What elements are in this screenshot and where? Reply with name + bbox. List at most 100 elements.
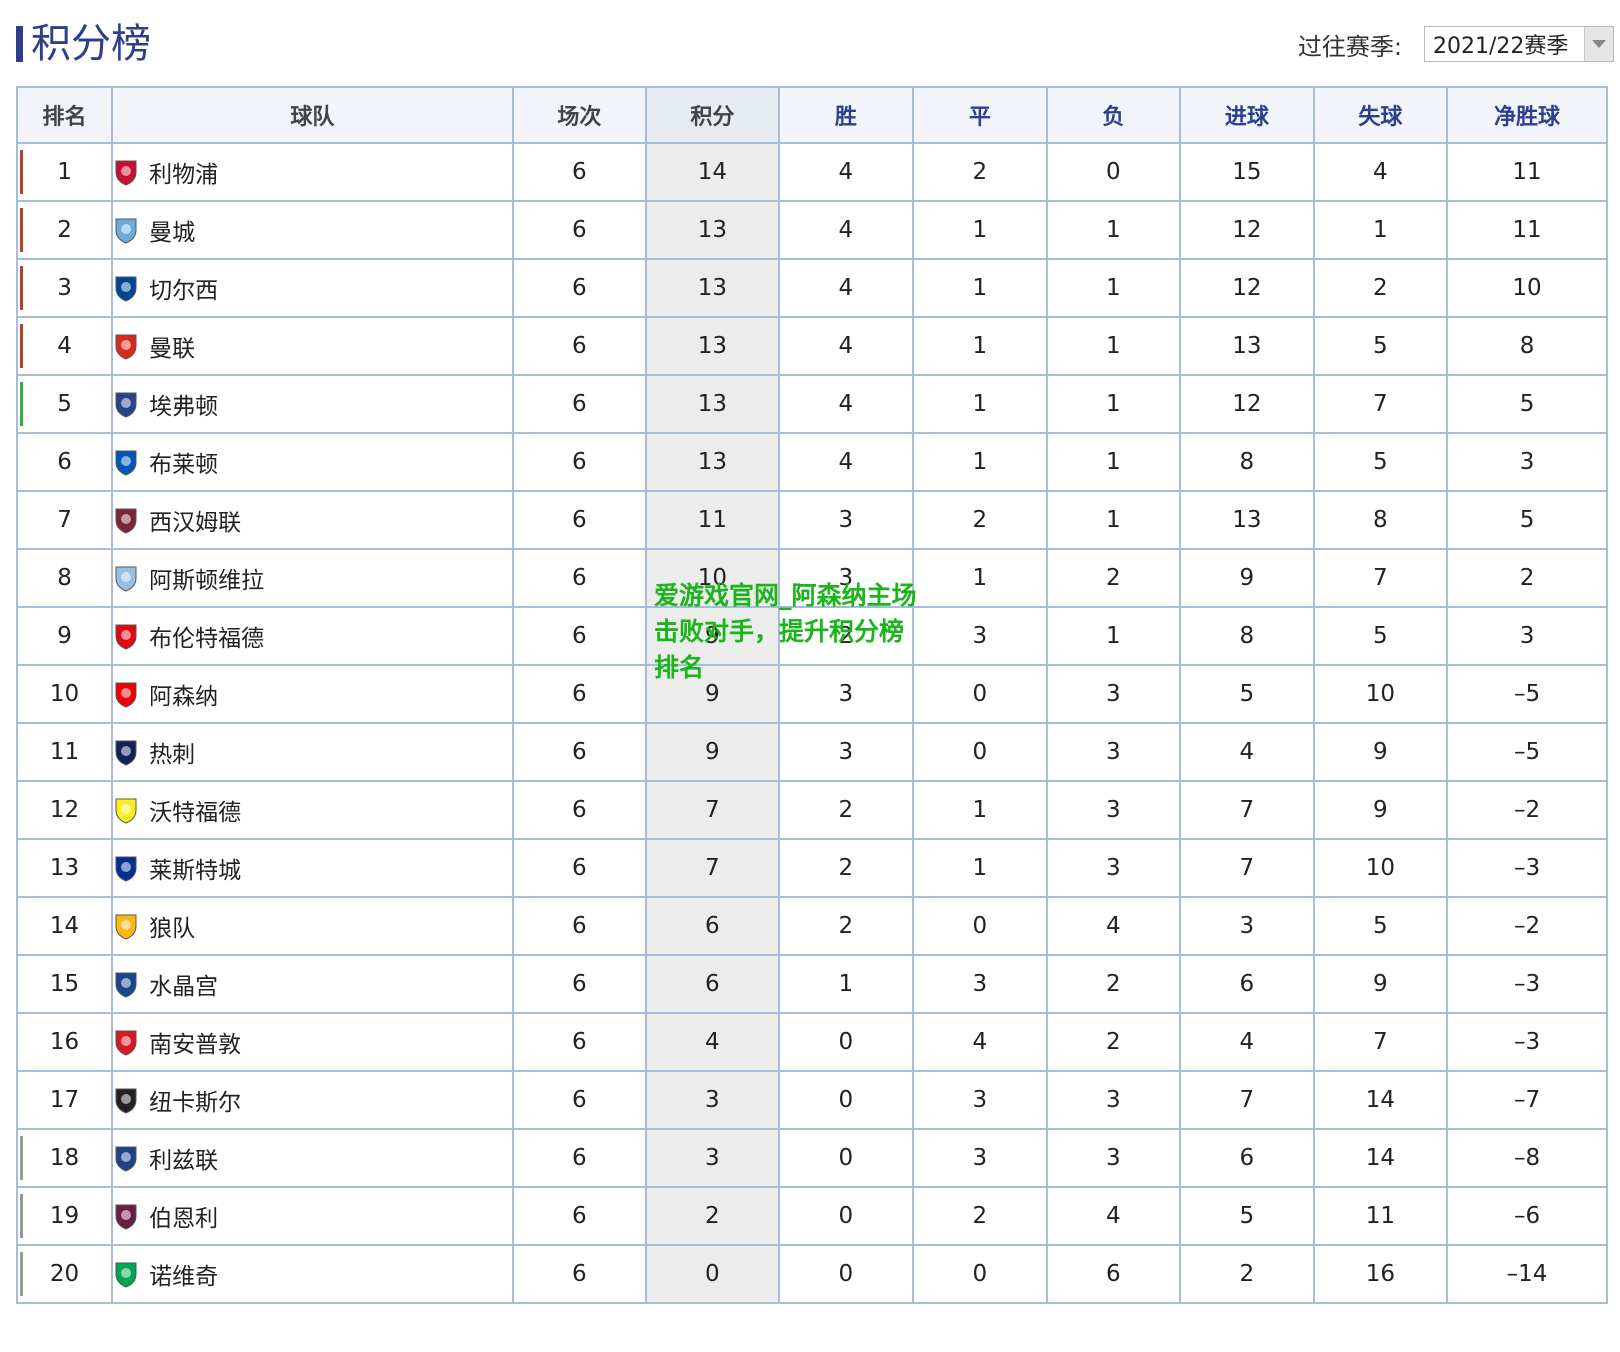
team-link[interactable]: 布莱顿 [113, 445, 512, 479]
cell-team[interactable]: 阿斯顿维拉 [111, 548, 514, 608]
team-name[interactable]: 埃弗顿 [149, 387, 218, 421]
team-link[interactable]: 布伦特福德 [113, 619, 512, 653]
table-row[interactable]: 9 布伦特福德 6 9 2 3 1 8 5 3 [15, 606, 1608, 666]
team-link[interactable]: 阿森纳 [113, 677, 512, 711]
table-row[interactable]: 3 切尔西 6 13 4 1 1 12 2 10 [15, 258, 1608, 318]
rank-value: 17 [49, 1087, 80, 1113]
team-link[interactable]: 沃特福德 [113, 793, 512, 827]
table-row[interactable]: 1 利物浦 6 14 4 2 0 15 4 11 [15, 142, 1608, 202]
cell-team[interactable]: 诺维奇 [111, 1244, 514, 1304]
team-name[interactable]: 阿森纳 [149, 677, 218, 711]
cell-goals-against: 14 [1312, 1128, 1449, 1188]
team-link[interactable]: 曼联 [113, 329, 512, 363]
cell-team[interactable]: 利兹联 [111, 1128, 514, 1188]
cell-team[interactable]: 埃弗顿 [111, 374, 514, 434]
team-name[interactable]: 利物浦 [149, 155, 218, 189]
table-row[interactable]: 13 莱斯特城 6 7 2 1 3 7 10 –3 [15, 838, 1608, 898]
table-row[interactable]: 2 曼城 6 13 4 1 1 12 1 11 [15, 200, 1608, 260]
cell-team[interactable]: 南安普敦 [111, 1012, 514, 1072]
cell-team[interactable]: 西汉姆联 [111, 490, 514, 550]
table-row[interactable]: 15 水晶宫 6 6 1 3 2 6 9 –3 [15, 954, 1608, 1014]
header-won: 胜 [777, 86, 915, 144]
cell-team[interactable]: 莱斯特城 [111, 838, 514, 898]
team-name[interactable]: 切尔西 [149, 271, 218, 305]
table-row[interactable]: 19 伯恩利 6 2 0 2 4 5 11 –6 [15, 1186, 1608, 1246]
cell-goals-against: 8 [1312, 490, 1449, 550]
table-row[interactable]: 12 沃特福德 6 7 2 1 3 7 9 –2 [15, 780, 1608, 840]
cell-points: 7 [645, 838, 780, 898]
team-link[interactable]: 诺维奇 [113, 1257, 512, 1291]
team-name[interactable]: 曼联 [149, 329, 195, 363]
zone-indicator [20, 1252, 23, 1296]
team-link[interactable]: 纽卡斯尔 [113, 1083, 512, 1117]
cell-drawn: 2 [912, 1186, 1048, 1246]
team-link[interactable]: 阿斯顿维拉 [113, 561, 512, 595]
team-link[interactable]: 利兹联 [113, 1141, 512, 1175]
team-link[interactable]: 水晶宫 [113, 967, 512, 1001]
team-link[interactable]: 利物浦 [113, 155, 512, 189]
cell-team[interactable]: 布莱顿 [111, 432, 514, 492]
cell-team[interactable]: 曼联 [111, 316, 514, 376]
header-lost: 负 [1045, 86, 1182, 144]
rank-value: 20 [49, 1261, 80, 1287]
cell-team[interactable]: 纽卡斯尔 [111, 1070, 514, 1130]
season-picker: 过往赛季: 2021/22赛季 [1298, 26, 1614, 62]
cell-team[interactable]: 布伦特福德 [111, 606, 514, 666]
team-name[interactable]: 纽卡斯尔 [149, 1083, 241, 1117]
cell-rank: 11 [15, 722, 114, 782]
table-row[interactable]: 4 曼联 6 13 4 1 1 13 5 8 [15, 316, 1608, 376]
team-name[interactable]: 水晶宫 [149, 967, 218, 1001]
team-link[interactable]: 西汉姆联 [113, 503, 512, 537]
team-link[interactable]: 狼队 [113, 909, 512, 943]
team-link[interactable]: 曼城 [113, 213, 512, 247]
table-row[interactable]: 6 布莱顿 6 13 4 1 1 8 5 3 [15, 432, 1608, 492]
cell-drawn: 3 [912, 606, 1048, 666]
cell-goal-difference: –5 [1446, 722, 1608, 782]
table-row[interactable]: 18 利兹联 6 3 0 3 3 6 14 –8 [15, 1128, 1608, 1188]
team-name[interactable]: 狼队 [149, 909, 195, 943]
team-name[interactable]: 南安普敦 [149, 1025, 241, 1059]
cell-team[interactable]: 热刺 [111, 722, 514, 782]
team-name[interactable]: 西汉姆联 [149, 503, 241, 537]
cell-team[interactable]: 阿森纳 [111, 664, 514, 724]
team-link[interactable]: 埃弗顿 [113, 387, 512, 421]
cell-team[interactable]: 曼城 [111, 200, 514, 260]
team-link[interactable]: 热刺 [113, 735, 512, 769]
table-row[interactable]: 14 狼队 6 6 2 0 4 3 5 –2 [15, 896, 1608, 956]
team-name[interactable]: 阿斯顿维拉 [149, 561, 264, 595]
cell-rank: 8 [15, 548, 114, 608]
cell-team[interactable]: 利物浦 [111, 142, 514, 202]
table-row[interactable]: 17 纽卡斯尔 6 3 0 3 3 7 14 –7 [15, 1070, 1608, 1130]
team-name[interactable]: 曼城 [149, 213, 195, 247]
chevron-down-icon[interactable] [1584, 27, 1613, 61]
table-row[interactable]: 5 埃弗顿 6 13 4 1 1 12 7 5 [15, 374, 1608, 434]
cell-team[interactable]: 伯恩利 [111, 1186, 514, 1246]
table-row[interactable]: 20 诺维奇 6 0 0 0 6 2 16 –14 [15, 1244, 1608, 1304]
team-link[interactable]: 伯恩利 [113, 1199, 512, 1233]
cell-goal-difference: –8 [1446, 1128, 1608, 1188]
team-name[interactable]: 伯恩利 [149, 1199, 218, 1233]
team-name[interactable]: 热刺 [149, 735, 195, 769]
cell-team[interactable]: 切尔西 [111, 258, 514, 318]
team-name[interactable]: 布伦特福德 [149, 619, 264, 653]
team-name[interactable]: 诺维奇 [149, 1257, 218, 1291]
cell-team[interactable]: 沃特福德 [111, 780, 514, 840]
cell-team[interactable]: 水晶宫 [111, 954, 514, 1014]
table-row[interactable]: 8 阿斯顿维拉 6 10 3 1 2 9 7 2 [15, 548, 1608, 608]
team-name[interactable]: 沃特福德 [149, 793, 241, 827]
season-select[interactable]: 2021/22赛季 [1424, 26, 1614, 62]
cell-team[interactable]: 狼队 [111, 896, 514, 956]
west-ham-crest-icon [115, 508, 137, 534]
table-row[interactable]: 16 南安普敦 6 4 0 4 2 4 7 –3 [15, 1012, 1608, 1072]
team-link[interactable]: 莱斯特城 [113, 851, 512, 885]
team-name[interactable]: 布莱顿 [149, 445, 218, 479]
table-row[interactable]: 7 西汉姆联 6 11 3 2 1 13 8 5 [15, 490, 1608, 550]
team-link[interactable]: 切尔西 [113, 271, 512, 305]
team-name[interactable]: 莱斯特城 [149, 851, 241, 885]
cell-won: 3 [777, 664, 915, 724]
team-link[interactable]: 南安普敦 [113, 1025, 512, 1059]
table-row[interactable]: 10 阿森纳 6 9 3 0 3 5 10 –5 [15, 664, 1608, 724]
cell-lost: 3 [1045, 780, 1182, 840]
table-row[interactable]: 11 热刺 6 9 3 0 3 4 9 –5 [15, 722, 1608, 782]
team-name[interactable]: 利兹联 [149, 1141, 218, 1175]
